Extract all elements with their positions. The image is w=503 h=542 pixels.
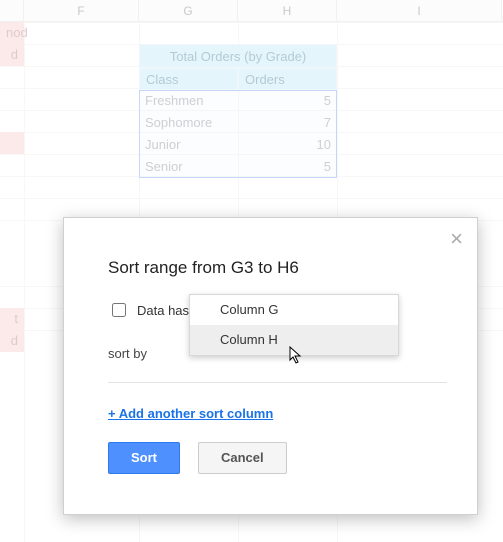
column-headers: F G H I	[0, 0, 503, 22]
dialog-title: Sort range from G3 to H6	[108, 258, 299, 278]
cancel-button[interactable]: Cancel	[198, 442, 287, 474]
col-header-i[interactable]: I	[337, 0, 502, 21]
header-orders[interactable]: Orders	[238, 68, 337, 90]
add-sort-column-link[interactable]: + Add another sort column	[108, 406, 273, 421]
cell-partial-1[interactable]: nod	[0, 22, 24, 44]
dropdown-option-g[interactable]: Column G	[190, 295, 398, 325]
col-header-g[interactable]: G	[139, 0, 238, 21]
cell-partial-2[interactable]: d	[0, 44, 24, 66]
table-title[interactable]: Total Orders (by Grade)	[139, 44, 337, 68]
sort-by-label: sort by	[108, 346, 147, 361]
sort-button[interactable]: Sort	[108, 442, 180, 474]
header-class[interactable]: Class	[139, 68, 238, 90]
checkbox-label: Data has	[137, 303, 189, 318]
sort-dialog: × Sort range from G3 to H6 Data has sort…	[63, 217, 478, 515]
divider	[108, 382, 447, 383]
data-has-header-row[interactable]: Data has	[108, 300, 189, 320]
column-dropdown: Column G Column H	[189, 294, 399, 356]
close-icon[interactable]: ×	[450, 228, 463, 250]
cell-partial-4[interactable]: d	[0, 330, 24, 352]
cell-partial-3[interactable]: t	[0, 308, 24, 330]
col-header-f[interactable]: F	[24, 0, 139, 21]
dropdown-option-h[interactable]: Column H	[190, 325, 398, 355]
col-header-h[interactable]: H	[238, 0, 337, 21]
header-checkbox[interactable]	[112, 303, 126, 317]
selection	[139, 90, 337, 178]
